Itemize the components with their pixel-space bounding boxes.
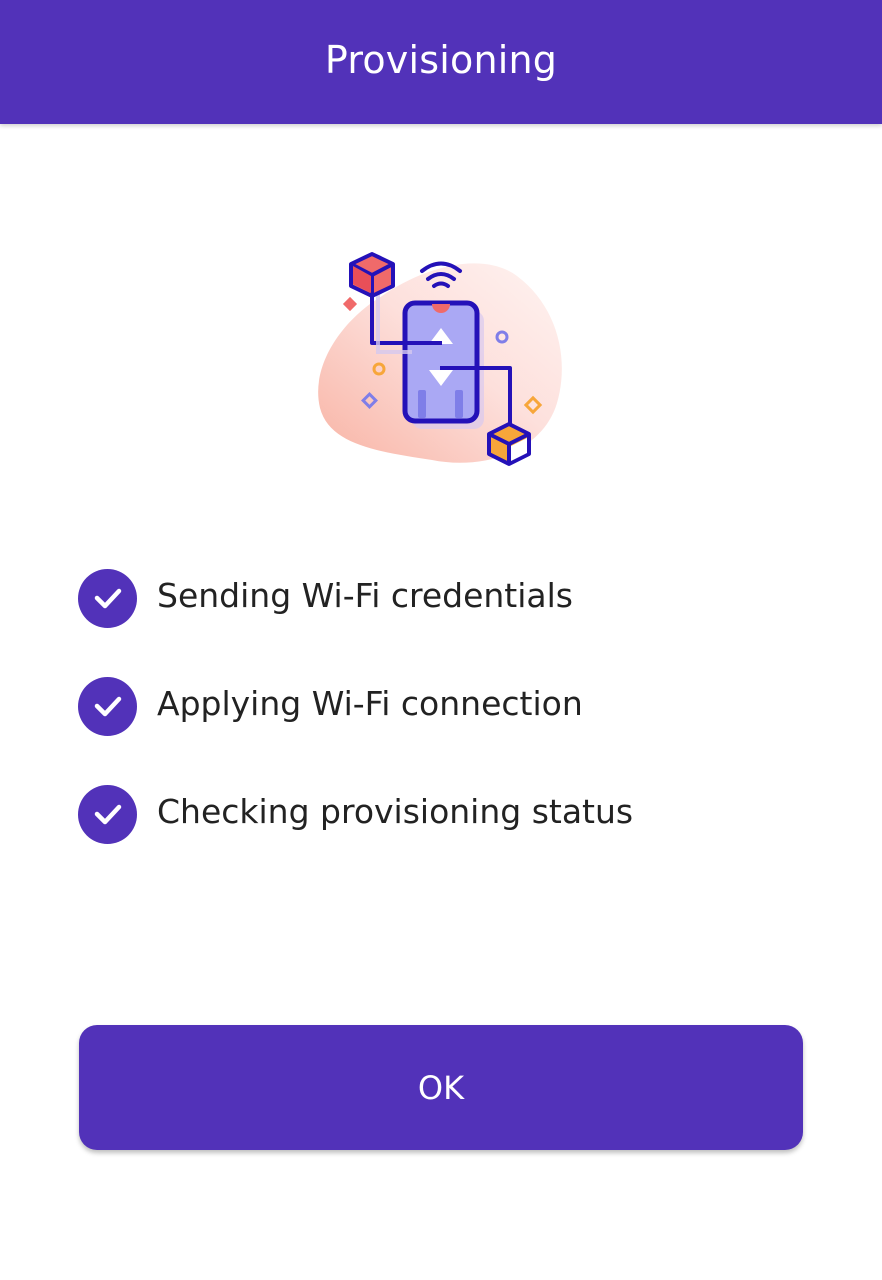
app-bar: Provisioning <box>0 0 882 124</box>
check-icon <box>78 676 137 736</box>
cube-icon-bottom <box>487 422 531 466</box>
cube-icon-top <box>349 252 395 298</box>
step-label: Applying Wi-Fi connection <box>157 683 583 723</box>
step-sending-credentials: Sending Wi-Fi credentials <box>78 568 838 628</box>
phone-shape <box>402 300 480 424</box>
step-applying-connection: Applying Wi-Fi connection <box>78 676 838 736</box>
check-icon <box>78 784 137 844</box>
ok-button[interactable]: OK <box>79 1025 803 1150</box>
provisioning-steps: Sending Wi-Fi credentials Applying Wi-Fi… <box>78 568 838 892</box>
phone-provisioning-illustration <box>312 248 572 478</box>
check-icon <box>78 568 137 628</box>
step-checking-status: Checking provisioning status <box>78 784 838 844</box>
step-label: Sending Wi-Fi credentials <box>157 575 573 615</box>
step-label: Checking provisioning status <box>157 791 634 831</box>
page-title: Provisioning <box>324 38 558 82</box>
